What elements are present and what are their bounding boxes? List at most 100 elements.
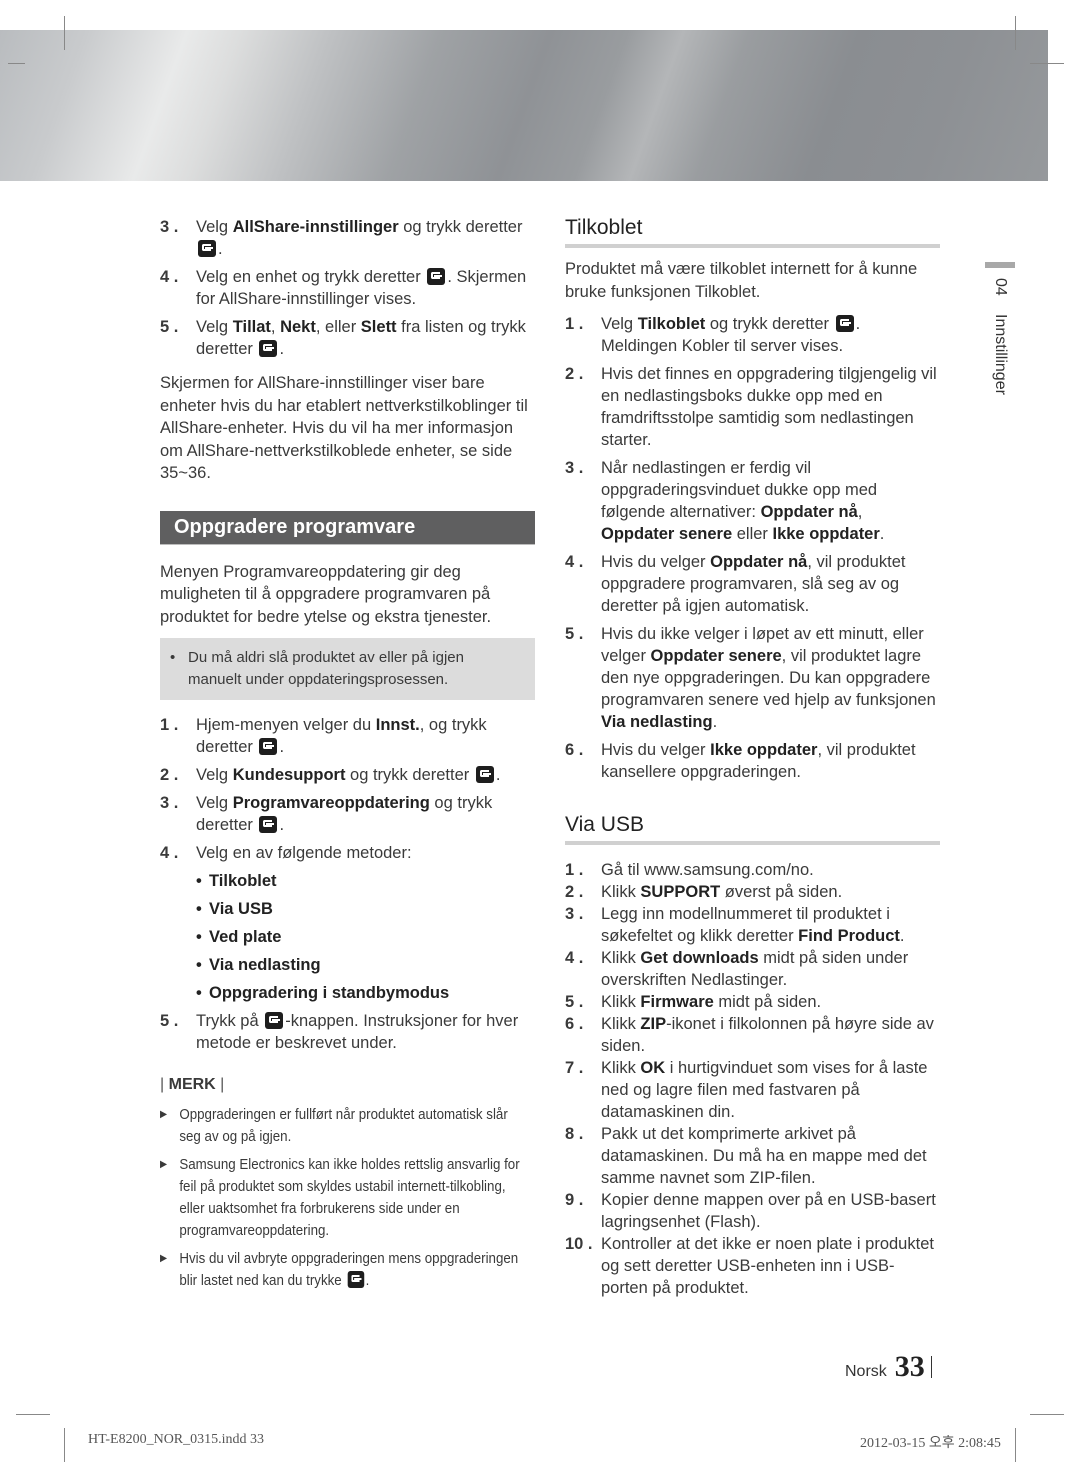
step-item: 9 . Kopier denne mappen over på en USB-b… — [565, 1189, 940, 1233]
text-run: . — [879, 525, 885, 543]
step-text: Klikk OK i hurtigvinduet som vises for å… — [601, 1057, 940, 1123]
step-number: 5 . — [565, 625, 584, 643]
upgrade-step-5: 5 . Trykk på -knappen. Instruksjoner for … — [160, 1010, 535, 1054]
enter-button-icon — [259, 816, 278, 833]
step-number: 1 . — [565, 315, 584, 333]
text-run: Hvis du velger — [601, 553, 711, 571]
step-item: 5 . Velg Tillat, Nekt, eller Slett fra li… — [160, 316, 535, 360]
step-text: Velg Programvareoppdatering og trykk der… — [196, 792, 535, 836]
step-item: 3 . Velg AllShare-innstillinger og trykk … — [160, 216, 535, 260]
text-run: Velg en av følgende metoder: — [196, 844, 412, 862]
step-number: 2 . — [565, 365, 584, 383]
chapter-number: 04 — [992, 278, 1009, 296]
bullet-icon: • — [196, 956, 202, 974]
method-item: • Ved plate — [196, 926, 535, 948]
triangle-bullet-icon: ▶ — [160, 1253, 168, 1264]
triangle-bullet-icon: ▶ — [160, 1109, 168, 1120]
text-run: Kontroller at det ikke er noen plate i p… — [601, 1235, 934, 1297]
step-number: 4 . — [160, 844, 179, 862]
ui-term: Firmware — [640, 993, 714, 1011]
step-text: Kontroller at det ikke er noen plate i p… — [601, 1233, 940, 1299]
step-text: Velg AllShare-innstillinger og trykk der… — [196, 216, 535, 260]
step-number: 3 . — [160, 218, 179, 236]
text-run: Gå til www.samsung.com/no. — [601, 861, 814, 879]
step-text: Kopier denne mappen over på en USB-baser… — [601, 1189, 940, 1233]
warning-box: • Du må aldri slå produktet av eller på … — [160, 638, 535, 700]
step-number: 5 . — [160, 1012, 179, 1030]
crop-mark — [1030, 63, 1064, 64]
step-text: Hjem-menyen velger du Innst., og trykk d… — [196, 714, 535, 758]
text-run: Samsung Electronics kan ikke holdes rett… — [179, 1157, 520, 1239]
step-text: Velg en enhet og trykk deretter . Skjerm… — [196, 266, 535, 310]
bullet-icon: • — [196, 928, 202, 946]
step-text: Velg Tilkoblet og trykk deretter . Meldi… — [601, 313, 940, 357]
ui-term: Tillat — [232, 318, 271, 336]
chapter-side-tab: 04 Innstillinger — [985, 262, 1015, 395]
enter-button-icon — [475, 766, 494, 783]
enter-button-icon — [835, 315, 854, 332]
tilkoblet-heading: Tilkoblet — [565, 216, 940, 248]
print-slug-timestamp: 2012-03-15 오후 2:08:45 — [860, 1436, 1001, 1451]
note-item: ▶ Samsung Electronics kan ikke holdes ret… — [160, 1154, 533, 1242]
left-column: 3 . Velg AllShare-innstillinger og trykk … — [160, 216, 535, 1298]
crop-mark — [64, 16, 65, 50]
warning-text: Du må aldri slå produktet av eller på ig… — [188, 649, 464, 688]
step-text: Velg Tillat, Nekt, eller Slett fra liste… — [196, 316, 535, 360]
crop-mark — [1015, 1428, 1016, 1462]
note-item: ▶ Oppgraderingen er fullført når produkte… — [160, 1104, 533, 1148]
crop-mark — [1030, 1414, 1064, 1415]
footer-divider — [930, 1356, 932, 1378]
text-run: Klikk — [601, 949, 641, 967]
ui-term: Get downloads — [640, 949, 759, 967]
step-number: 4 . — [565, 553, 584, 571]
text-run: . — [712, 713, 718, 731]
step-text: Velg Kundesupport og trykk deretter . — [196, 764, 535, 786]
ui-term: Oppdater nå — [710, 553, 808, 571]
text-run: øverst på siden. — [720, 883, 843, 901]
step-number: 6 . — [565, 741, 584, 759]
step-item: 5 . Klikk Firmware midt på siden. — [565, 991, 940, 1013]
text-run: Klikk — [601, 883, 641, 901]
step-number: 4 . — [160, 268, 179, 286]
method-item: • Via USB — [196, 898, 535, 920]
ui-term: Kundesupport — [232, 766, 346, 784]
note-text: Samsung Electronics kan ikke holdes rett… — [179, 1154, 532, 1242]
text-run: eller — [732, 525, 773, 543]
text-run: Hvis det finnes en oppgradering tilgjeng… — [601, 365, 937, 449]
enter-button-icon — [259, 340, 278, 357]
ui-term: Tilkoblet — [637, 315, 706, 333]
step-text: Når nedlastingen er ferdig vil oppgrader… — [601, 457, 940, 545]
step-number: 3 . — [565, 905, 584, 923]
method-label: Oppgradering i standbymodus — [209, 984, 450, 1002]
step-item: 5 . Trykk på -knappen. Instruksjoner for … — [160, 1010, 535, 1054]
tilkoblet-steps: 1 . Velg Tilkoblet og trykk deretter . Me… — [565, 313, 940, 783]
step-item: 1 . Gå til www.samsung.com/no. — [565, 859, 940, 881]
step-item: 10 . Kontroller at det ikke er noen plate… — [565, 1233, 940, 1299]
section-intro: Menyen Programvareoppdatering gir deg mu… — [160, 562, 492, 626]
text-run: midt på siden. — [713, 993, 822, 1011]
crop-mark — [8, 63, 25, 64]
enter-button-icon — [259, 738, 278, 755]
text-run: Klikk — [601, 1059, 641, 1077]
step-item: 3 . Legg inn modellnummeret til produktet… — [565, 903, 940, 947]
ui-term: OK — [640, 1059, 666, 1077]
ui-term: Find Product — [798, 927, 900, 945]
note-item: ▶ Hvis du vil avbryte oppgraderingen mens… — [160, 1248, 533, 1292]
method-item: • Via nedlasting — [196, 954, 535, 976]
text-run: Velg — [601, 315, 638, 333]
text-run: Klikk — [601, 993, 641, 1011]
text-run: Velg — [196, 766, 233, 784]
method-item: • Tilkoblet — [196, 870, 535, 892]
via-usb-steps: 1 . Gå til www.samsung.com/no. 2 . Klikk SU… — [565, 859, 940, 1299]
method-label: Via nedlasting — [209, 956, 321, 974]
step-number: 5 . — [160, 318, 179, 336]
right-column: Tilkoblet Produktet må være tilkoblet in… — [565, 216, 940, 1299]
enter-button-icon — [427, 268, 446, 285]
method-label: Ved plate — [209, 928, 282, 946]
ui-term: Oppdater senere — [601, 525, 733, 543]
page-footer: Norsk 33 — [845, 1350, 932, 1384]
note-text: Hvis du vil avbryte oppgraderingen mens … — [179, 1248, 532, 1292]
enter-button-icon — [347, 1271, 364, 1288]
step-number: 2 . — [565, 883, 584, 901]
ui-term: SUPPORT — [640, 883, 721, 901]
